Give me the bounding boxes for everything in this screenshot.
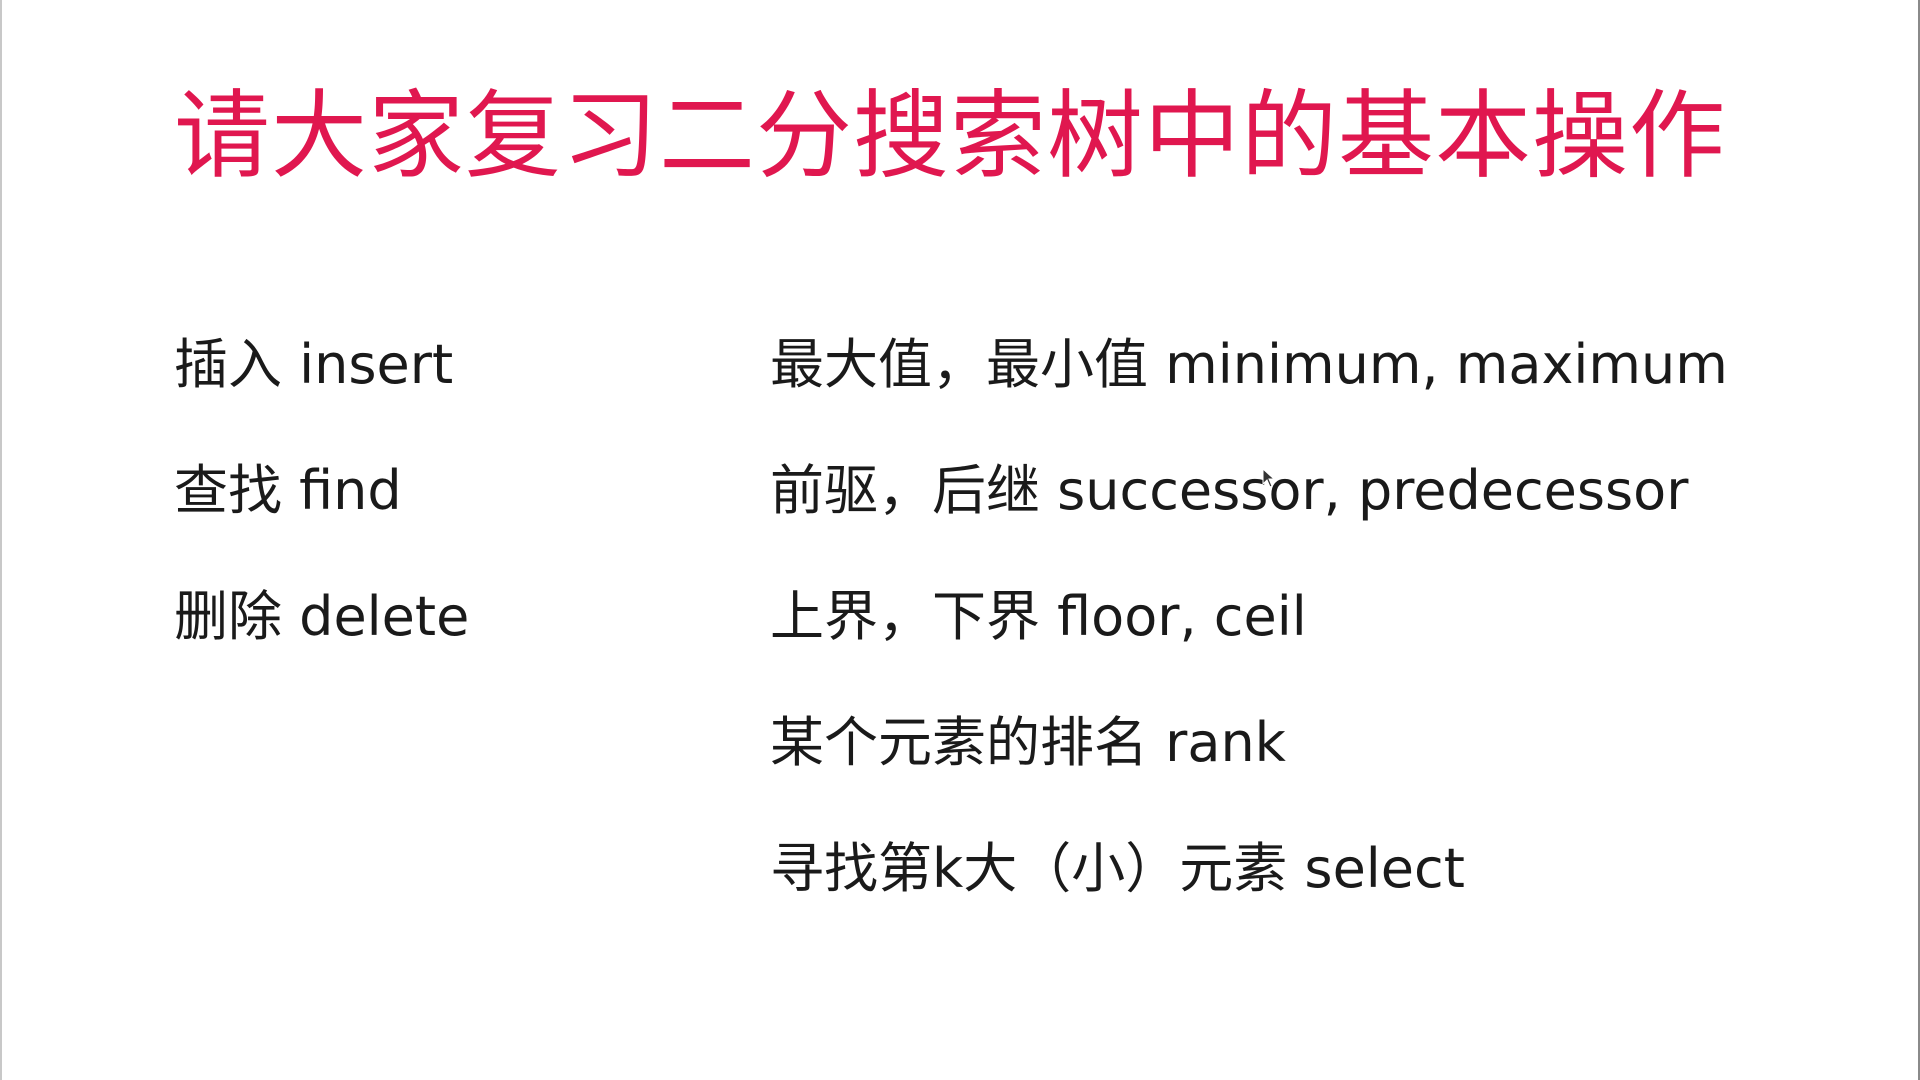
- list-item: 查找 find: [174, 459, 402, 522]
- order-operations-list: 最大值，最小值 minimum, maximum 前驱，后继 successor…: [770, 320, 1870, 950]
- list-item: 删除 delete: [174, 585, 470, 648]
- slide-title: 请大家复习二分搜索树中的基本操作: [174, 80, 1726, 192]
- list-item: 前驱，后继 successor, predecessor: [770, 459, 1689, 522]
- slide: 请大家复习二分搜索树中的基本操作 插入 insert 查找 find 删除 de…: [0, 0, 1920, 1080]
- list-item: 某个元素的排名 rank: [770, 711, 1286, 774]
- list-item: 上界，下界 floor, ceil: [770, 585, 1307, 648]
- basic-operations-list: 插入 insert 查找 find 删除 delete: [174, 320, 734, 698]
- list-item: 寻找第k大（小）元素 select: [770, 837, 1465, 900]
- mouse-pointer-icon: [1262, 468, 1276, 488]
- list-item: 插入 insert: [174, 333, 454, 396]
- list-item: 最大值，最小值 minimum, maximum: [770, 333, 1728, 396]
